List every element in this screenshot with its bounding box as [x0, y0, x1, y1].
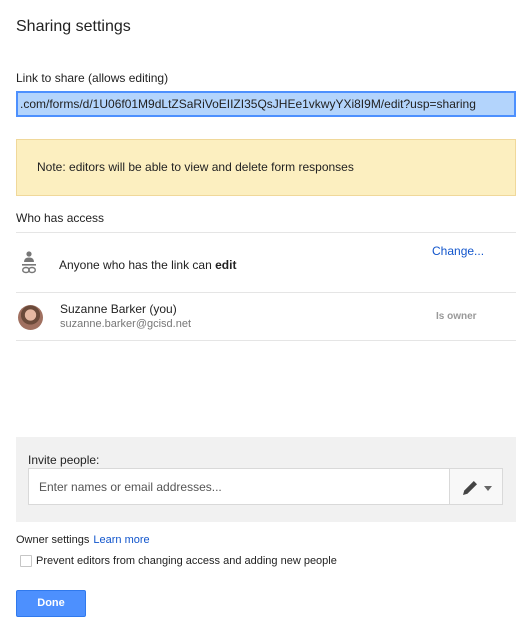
owner-email: suzanne.barker@gcisd.net: [60, 318, 192, 330]
owner-role-label: Is owner: [436, 311, 477, 322]
learn-more-link[interactable]: Learn more: [93, 534, 149, 546]
pencil-icon: [463, 481, 477, 495]
chevron-down-icon: [484, 486, 492, 491]
invite-input[interactable]: [28, 468, 455, 505]
permission-dropdown-button[interactable]: [449, 468, 503, 505]
prevent-editors-label: Prevent editors from changing access and…: [36, 555, 337, 567]
link-share-label: Link to share (allows editing): [16, 71, 169, 85]
invite-panel: Invite people:: [16, 437, 516, 522]
divider: [16, 232, 516, 233]
invite-label: Invite people:: [28, 453, 100, 467]
link-access-permission: edit: [215, 258, 237, 272]
owner-name: Suzanne Barker (you): [60, 302, 177, 316]
owner-settings-label: Owner settings: [16, 534, 90, 546]
who-has-access-label: Who has access: [16, 211, 105, 225]
divider: [16, 340, 516, 341]
avatar: [18, 305, 43, 330]
share-link-field[interactable]: .com/forms/d/1U06f01M9dLtZSaRiVoEIIZI35Q…: [16, 91, 516, 117]
link-access-prefix: Anyone who has the link can: [59, 258, 216, 272]
owner-settings: Owner settings Learn more: [16, 534, 150, 546]
link-access-text: Anyone who has the link can edit: [59, 258, 236, 272]
change-access-link[interactable]: Change...: [432, 244, 484, 258]
dialog-title: Sharing settings: [16, 18, 131, 35]
divider: [16, 292, 516, 293]
editor-note-banner: Note: editors will be able to view and d…: [16, 139, 516, 196]
prevent-editors-checkbox[interactable]: [20, 555, 32, 567]
done-button[interactable]: Done: [16, 590, 86, 617]
link-person-icon: [22, 251, 36, 274]
share-link-text[interactable]: .com/forms/d/1U06f01M9dLtZSaRiVoEIIZI35Q…: [18, 93, 514, 115]
